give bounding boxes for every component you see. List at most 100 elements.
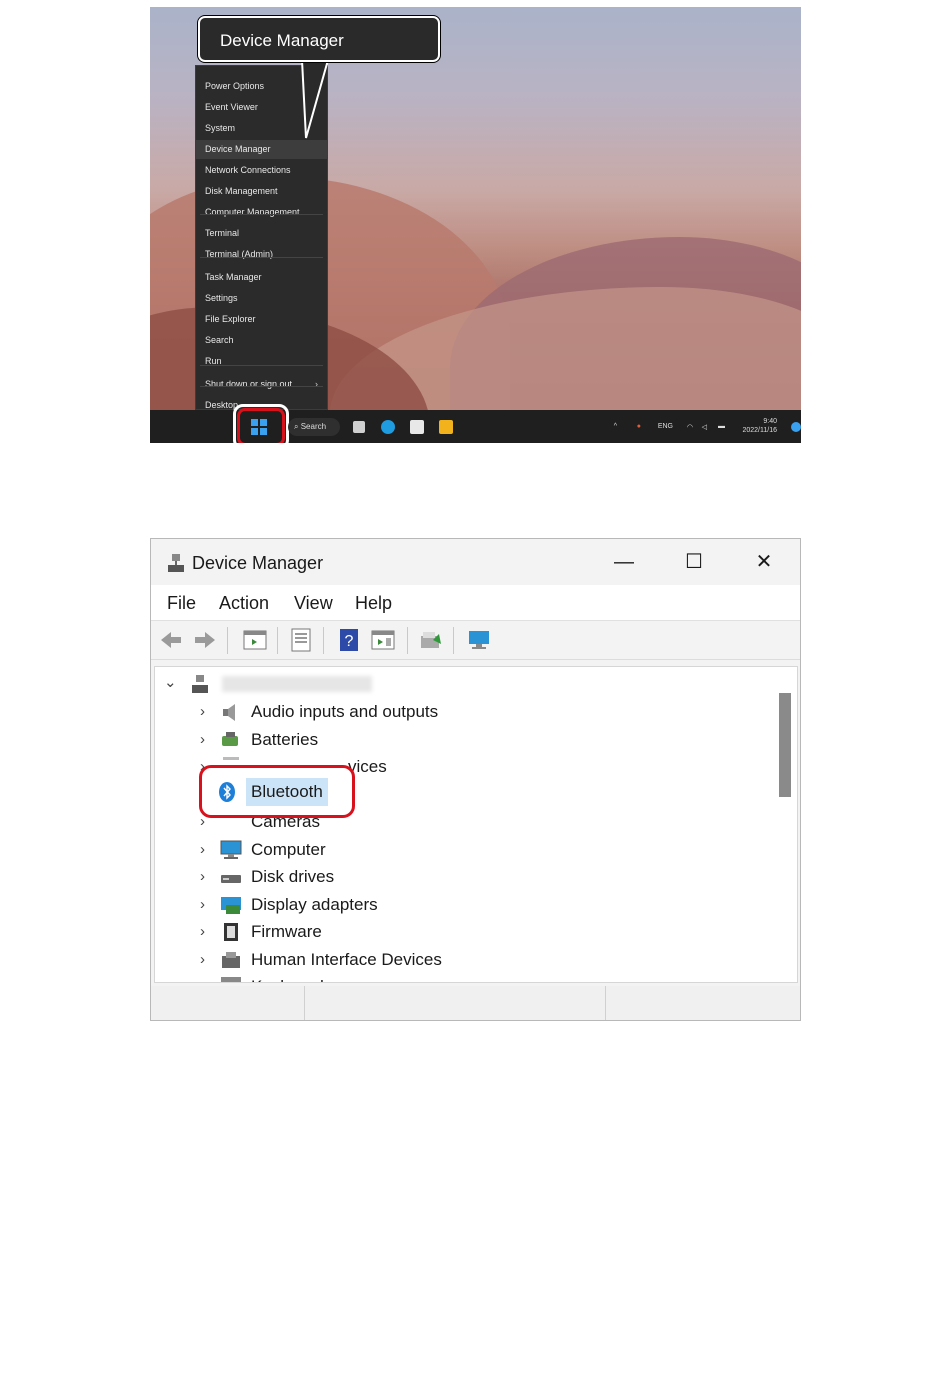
toolbar-separator bbox=[453, 627, 454, 654]
menu-separator bbox=[200, 214, 323, 215]
callout-pointer bbox=[300, 59, 330, 139]
computer-name-redacted bbox=[222, 676, 372, 692]
winx-menu-item[interactable]: Shut down or sign out bbox=[196, 375, 327, 394]
winx-menu-item[interactable]: Terminal (Admin) bbox=[196, 245, 327, 264]
meet-icon[interactable]: ● bbox=[637, 423, 641, 430]
status-bar bbox=[151, 986, 800, 1020]
menu-view[interactable]: View bbox=[294, 593, 333, 614]
device-category-label: Display adapters bbox=[251, 895, 378, 914]
device-manager-callout: Device Manager bbox=[198, 16, 440, 62]
windows-logo-icon bbox=[251, 428, 258, 435]
device-category-label: Disk drives bbox=[251, 867, 335, 886]
bluetooth-icon bbox=[219, 782, 235, 802]
computer-icon bbox=[220, 840, 242, 859]
window-title: Device Manager bbox=[192, 553, 324, 573]
computer-root-icon bbox=[192, 675, 208, 693]
windows-logo-icon bbox=[260, 428, 267, 435]
submenu-chevron-icon: › bbox=[315, 379, 318, 389]
expand-chevron-icon[interactable]: › bbox=[200, 892, 214, 918]
show-hidden-icons-icon[interactable]: ^ bbox=[614, 423, 617, 430]
toolbar-separator bbox=[407, 627, 408, 654]
scrollbar-thumb[interactable] bbox=[779, 693, 791, 797]
device-category-label: Audio inputs and outputs bbox=[251, 702, 439, 721]
minimize-button[interactable]: — bbox=[601, 547, 647, 577]
expand-chevron-icon[interactable]: › bbox=[200, 699, 214, 725]
taskbar-search-box[interactable]: ⌕ Search bbox=[288, 418, 340, 436]
edge-browser-icon[interactable] bbox=[381, 420, 395, 434]
disk-drive-icon bbox=[221, 875, 241, 883]
expand-chevron-icon[interactable]: › bbox=[200, 727, 214, 753]
status-divider bbox=[304, 986, 305, 1020]
winx-menu-item[interactable]: Task Manager bbox=[196, 268, 327, 287]
menu-separator bbox=[200, 386, 323, 387]
maximize-button[interactable]: ☐ bbox=[671, 547, 717, 577]
clock-time: 9:40 bbox=[763, 418, 777, 425]
menu-file[interactable]: File bbox=[167, 593, 196, 614]
windows-logo-icon bbox=[251, 419, 258, 426]
device-category-label: Batteries bbox=[251, 730, 319, 749]
windows-logo-icon bbox=[260, 419, 267, 426]
file-explorer-icon[interactable] bbox=[439, 420, 453, 434]
desktop-screenshot: Power Options Event Viewer System Device Ma… bbox=[150, 7, 801, 443]
expand-chevron-icon[interactable]: › bbox=[200, 837, 214, 863]
title-bar[interactable]: Device Manager — ☐ ✕ bbox=[151, 539, 800, 585]
toolbar: ? bbox=[151, 621, 800, 660]
device-category-label: Computer bbox=[251, 840, 326, 859]
winx-menu-item[interactable]: Run bbox=[196, 352, 327, 371]
winx-menu-item[interactable]: Settings bbox=[196, 289, 327, 308]
store-icon[interactable] bbox=[410, 420, 424, 434]
expand-chevron-icon[interactable]: › bbox=[200, 864, 214, 890]
menu-action[interactable]: Action bbox=[219, 593, 269, 614]
update-driver-icon[interactable] bbox=[419, 628, 443, 652]
display-adapter-icon bbox=[221, 897, 241, 914]
search-icon: ⌕ bbox=[294, 422, 301, 431]
language-indicator[interactable]: ENG bbox=[658, 423, 673, 430]
battery-icon bbox=[222, 732, 238, 746]
firmware-icon bbox=[224, 923, 238, 941]
status-divider bbox=[605, 986, 606, 1020]
properties-icon[interactable] bbox=[289, 628, 313, 652]
bluetooth-label: Bluetooth bbox=[246, 778, 328, 806]
help-icon[interactable]: ? bbox=[337, 628, 361, 652]
notification-icon[interactable] bbox=[791, 422, 801, 432]
forward-arrow-icon[interactable] bbox=[193, 628, 217, 652]
wifi-icon[interactable]: ◠ bbox=[687, 423, 693, 431]
search-label: Search bbox=[300, 422, 327, 431]
toolbar-separator bbox=[227, 627, 228, 654]
winx-menu-item[interactable]: File Explorer bbox=[196, 310, 327, 329]
scan-for-hardware-changes-icon[interactable] bbox=[467, 628, 491, 652]
hid-icon bbox=[222, 952, 240, 968]
battery-icon[interactable]: ▬ bbox=[718, 423, 725, 430]
toolbar-separator bbox=[277, 627, 278, 654]
expand-chevron-icon[interactable]: › bbox=[200, 919, 214, 945]
menu-bar: File Action View Help bbox=[151, 585, 800, 621]
menu-separator bbox=[200, 257, 323, 258]
menu-separator bbox=[200, 365, 323, 366]
volume-icon[interactable]: ◁ bbox=[702, 423, 707, 431]
clock-date: 2022/11/16 bbox=[742, 427, 777, 434]
taskbar: ⌕ Search ^ ● ENG ◠ ◁ ▬ 9:40 2022/11/16 bbox=[150, 404, 801, 443]
winx-menu-item[interactable]: Search bbox=[196, 331, 327, 350]
winx-menu-item[interactable]: Computer Management bbox=[196, 203, 327, 222]
device-tree: ⌄ › Audio inputs and outputs › Batteries › vi… bbox=[154, 666, 798, 983]
device-manager-app-icon bbox=[168, 554, 184, 572]
toolbar-separator bbox=[323, 627, 324, 654]
close-button[interactable]: ✕ bbox=[741, 547, 787, 577]
task-view-icon[interactable] bbox=[353, 421, 365, 433]
expand-chevron-icon[interactable]: › bbox=[200, 947, 214, 973]
device-category-label: Human Interface Devices bbox=[251, 950, 442, 969]
collapse-chevron-icon[interactable]: ⌄ bbox=[164, 670, 178, 696]
back-arrow-icon[interactable] bbox=[159, 628, 183, 652]
clock[interactable]: 9:40 2022/11/16 bbox=[742, 417, 777, 435]
svg-text:?: ? bbox=[345, 633, 354, 650]
start-button[interactable] bbox=[251, 419, 268, 436]
winx-menu-item[interactable]: Terminal bbox=[196, 224, 327, 243]
winx-menu-item[interactable]: Network Connections bbox=[196, 161, 327, 180]
winx-menu-item[interactable]: Disk Management bbox=[196, 182, 327, 201]
callout-label: Device Manager bbox=[220, 31, 344, 50]
menu-help[interactable]: Help bbox=[355, 593, 392, 614]
device-category-label: Firmware bbox=[251, 922, 322, 941]
winx-menu-item[interactable]: Device Manager bbox=[196, 140, 327, 159]
action-pane-icon[interactable] bbox=[371, 628, 395, 652]
show-hide-console-tree-icon[interactable] bbox=[243, 628, 267, 652]
